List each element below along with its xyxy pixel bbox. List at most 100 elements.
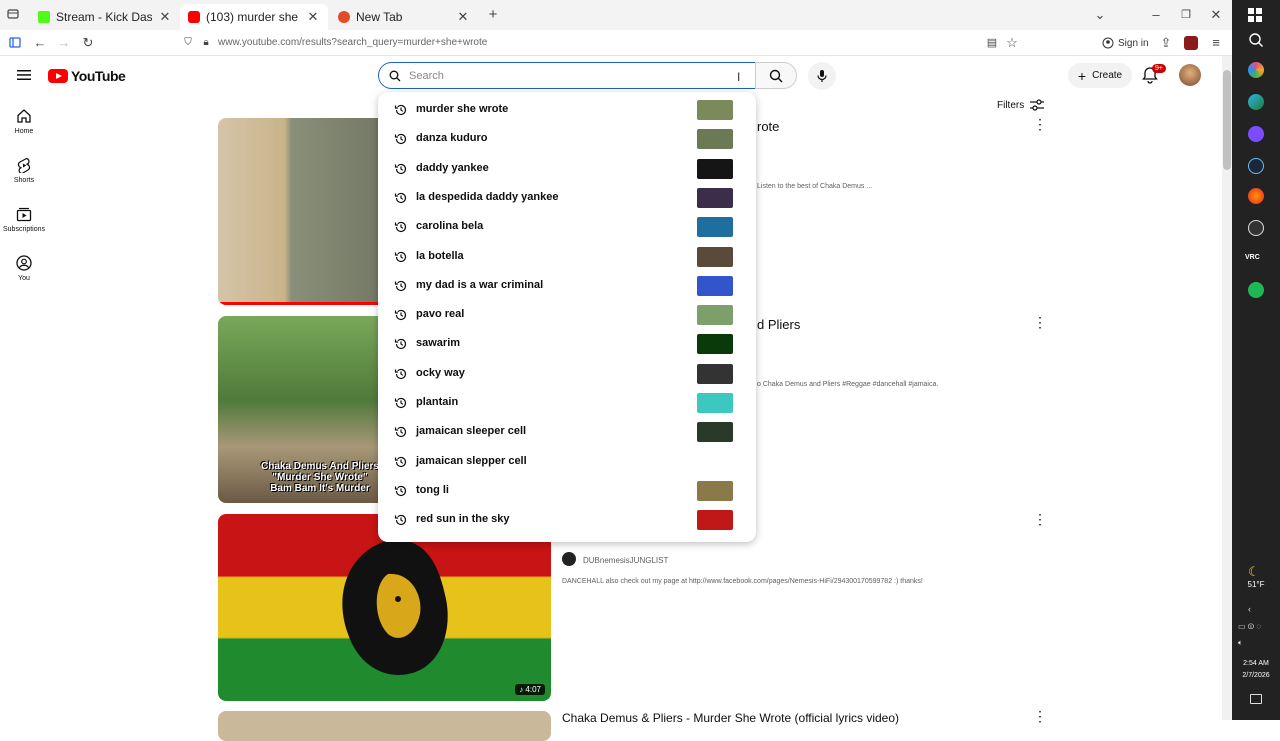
- edge-browser-icon[interactable]: [1248, 94, 1264, 110]
- video-description: DANCEHALL also check out my page at http…: [562, 578, 923, 585]
- history-icon: [394, 485, 407, 496]
- menu-hamburger-icon[interactable]: ≡: [1208, 35, 1224, 51]
- suggestion-thumbnail: [697, 334, 733, 355]
- page-scrollbar[interactable]: [1222, 56, 1232, 720]
- subscriptions-icon: [16, 207, 32, 222]
- tab-new-tab[interactable]: New Tab ✕: [330, 4, 478, 30]
- youtube-logo[interactable]: YouTube: [48, 68, 126, 84]
- more-actions-icon[interactable]: ⋮: [1033, 116, 1047, 132]
- system-tray-icons[interactable]: ▭ ⏼ ◌: [1238, 622, 1261, 632]
- sign-in-button[interactable]: Sign in: [1102, 35, 1149, 51]
- close-tab-icon[interactable]: ✕: [306, 9, 320, 25]
- suggestion-text: red sun in the sky: [416, 513, 510, 526]
- video-title[interactable]: rote: [757, 119, 779, 134]
- close-tab-icon[interactable]: ✕: [456, 9, 470, 25]
- minimize-icon[interactable]: –: [1148, 7, 1164, 23]
- suggestion-thumbnail: [697, 158, 733, 179]
- taskbar-search-icon[interactable]: [1248, 32, 1264, 48]
- nav-home[interactable]: Home: [0, 108, 48, 135]
- windows-taskbar: VRC ☾ 51°F ‹ ▭ ⏼ ◌ 🔈︎ 2:54 AM 2/7/2026: [1232, 0, 1280, 720]
- video-thumbnail[interactable]: [218, 711, 551, 741]
- steam-icon[interactable]: [1248, 158, 1264, 174]
- suggestion-item[interactable]: daddy yankee: [378, 155, 756, 183]
- suggestion-item[interactable]: murder she wrote: [378, 96, 756, 124]
- show-hidden-icons-chevron-icon[interactable]: ‹: [1248, 604, 1251, 614]
- address-bar-url[interactable]: www.youtube.com/results?search_query=mur…: [218, 37, 487, 48]
- copilot-icon[interactable]: [1248, 62, 1264, 78]
- suggestion-item[interactable]: tong li: [378, 477, 756, 505]
- channel-avatar[interactable]: [562, 552, 576, 566]
- suggestion-item[interactable]: carolina bela: [378, 213, 756, 241]
- sidebar-icon[interactable]: [8, 35, 24, 51]
- suggestion-item[interactable]: plantain: [378, 389, 756, 417]
- weather-moon-icon[interactable]: ☾: [1248, 564, 1260, 580]
- suggestion-thumbnail: [697, 100, 733, 120]
- suggestion-text: tong li: [416, 483, 449, 496]
- windows-start-icon[interactable]: [1248, 8, 1262, 22]
- new-tab-plus-icon[interactable]: +: [485, 7, 501, 23]
- thumbnail-caption: Chaka Demus And Pliers "Murder She Wrote…: [260, 461, 379, 494]
- suggestion-item[interactable]: jamaican slepper cell: [378, 448, 756, 476]
- spotify-icon[interactable]: [1248, 282, 1264, 298]
- extensions-icon[interactable]: ⇪: [1158, 35, 1174, 51]
- forward-arrow-icon[interactable]: →: [56, 35, 72, 51]
- vrchat-icon[interactable]: VRC: [1245, 254, 1260, 261]
- suggestion-text: ocky way: [416, 366, 465, 379]
- app-icon[interactable]: [1248, 126, 1264, 142]
- suggestion-item[interactable]: red sun in the sky: [378, 506, 756, 534]
- suggestion-item[interactable]: jamaican sleeper cell: [378, 418, 756, 446]
- avatar[interactable]: [1179, 64, 1201, 86]
- weather-temperature[interactable]: 51°F: [1232, 580, 1280, 589]
- tab-youtube[interactable]: (103) murder she wrote - YouTu ✕: [180, 4, 328, 30]
- create-button[interactable]: + Create: [1068, 63, 1132, 88]
- extension-badge-icon[interactable]: [1184, 36, 1198, 50]
- notification-center-icon[interactable]: [1250, 694, 1262, 704]
- suggestion-item[interactable]: la despedida daddy yankee: [378, 184, 756, 212]
- history-icon: [394, 515, 407, 526]
- suggestion-item[interactable]: pavo real: [378, 301, 756, 329]
- more-actions-icon[interactable]: ⋮: [1033, 511, 1047, 527]
- video-title[interactable]: d Pliers: [757, 317, 800, 332]
- search-input[interactable]: Search: [378, 62, 756, 89]
- video-thumbnail[interactable]: ♪ 4:07: [218, 514, 551, 701]
- filters-icon: [1030, 99, 1045, 111]
- back-arrow-icon[interactable]: ←: [32, 35, 48, 51]
- clock-date[interactable]: 2/7/2026: [1232, 672, 1280, 679]
- search-button[interactable]: [755, 62, 797, 89]
- suggestion-thumbnail: [697, 246, 733, 267]
- site-info-icon[interactable]: ⛉: [180, 35, 196, 51]
- close-window-icon[interactable]: ✕: [1208, 7, 1224, 23]
- obs-icon[interactable]: [1248, 220, 1264, 236]
- close-tab-icon[interactable]: ✕: [158, 9, 172, 25]
- suggestion-item[interactable]: sawarim: [378, 330, 756, 358]
- nav-shorts[interactable]: Shorts: [0, 157, 48, 184]
- suggestion-item[interactable]: danza kuduro: [378, 125, 756, 153]
- channel-name[interactable]: DUBnemesisJUNGLIST: [583, 556, 668, 565]
- filters-button[interactable]: Filters: [997, 99, 1045, 111]
- suggestion-item[interactable]: ocky way: [378, 360, 756, 388]
- firefox-icon[interactable]: [1248, 188, 1264, 204]
- history-icon: [394, 368, 407, 379]
- suggestion-item[interactable]: la botella: [378, 243, 756, 271]
- more-actions-icon[interactable]: ⋮: [1033, 708, 1047, 724]
- clock-time[interactable]: 2:54 AM: [1232, 660, 1280, 667]
- tab-actions-icon[interactable]: [6, 7, 22, 23]
- video-description: Listen to the best of Chaka Demus ...: [757, 183, 873, 190]
- voice-search-button[interactable]: [808, 62, 836, 90]
- tab-list-chevron-icon[interactable]: ⌄: [1092, 7, 1108, 23]
- bookmark-star-icon[interactable]: ☆: [1004, 35, 1020, 51]
- video-title[interactable]: Chaka Demus & Pliers - Murder She Wrote …: [562, 711, 899, 725]
- scrollbar-thumb[interactable]: [1223, 70, 1231, 170]
- more-actions-icon[interactable]: ⋮: [1033, 314, 1047, 330]
- guide-menu-icon[interactable]: [17, 69, 31, 81]
- tab-kick-dashboard[interactable]: Stream - Kick Dashboard ✕: [30, 4, 180, 30]
- volume-icon[interactable]: 🔈︎: [1238, 638, 1243, 648]
- suggestion-text: pavo real: [416, 308, 465, 321]
- nav-subscriptions[interactable]: Subscriptions: [0, 206, 48, 233]
- reload-icon[interactable]: ↻: [80, 35, 96, 51]
- nav-you[interactable]: You: [0, 255, 48, 282]
- reader-view-icon[interactable]: ▤: [984, 35, 1000, 51]
- history-icon: [394, 339, 407, 350]
- suggestion-item[interactable]: my dad is a war criminal: [378, 272, 756, 300]
- restore-icon[interactable]: ❐: [1178, 7, 1194, 23]
